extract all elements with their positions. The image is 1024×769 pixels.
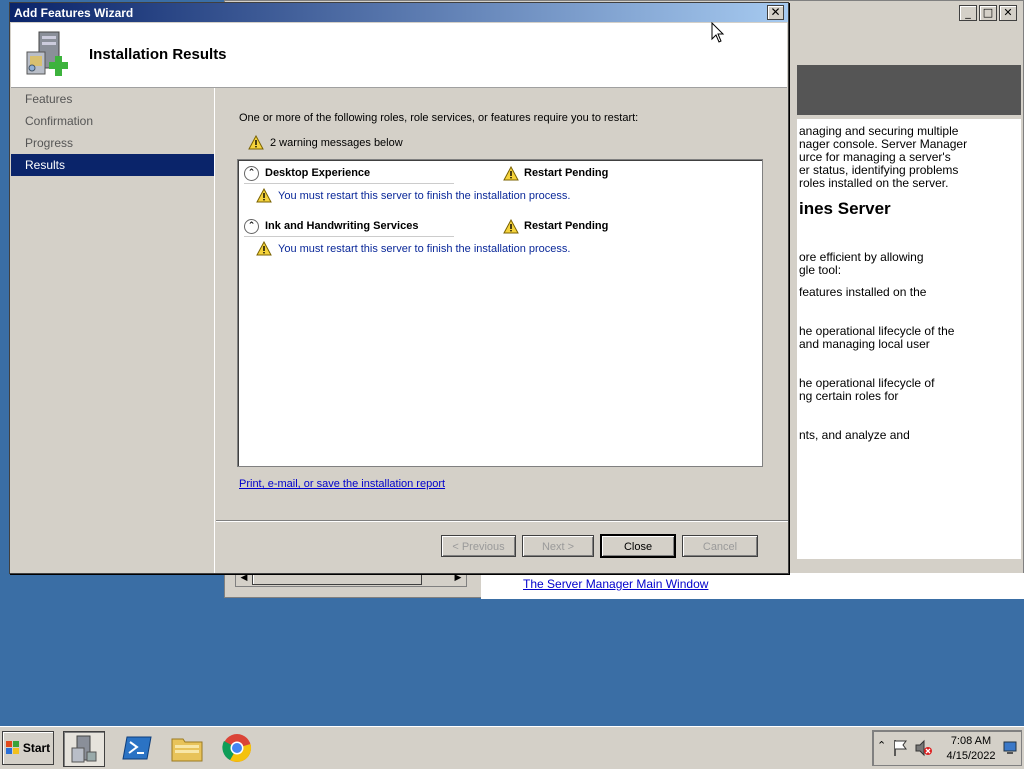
result-row-header[interactable]: ⌃ Desktop Experience Restart Pending bbox=[244, 163, 754, 183]
feature-name: Desktop Experience bbox=[265, 167, 371, 179]
collapse-icon[interactable]: ⌃ bbox=[244, 218, 259, 234]
notification-area: ⌃ 7:08 AM 4/15/2022 bbox=[872, 730, 1022, 766]
wizard-title-bar[interactable]: Add Features Wizard ✕ bbox=[10, 3, 788, 22]
status-text: Restart Pending bbox=[524, 220, 609, 232]
message-text: You must restart this server to finish t… bbox=[278, 189, 571, 202]
wizard-main-panel: One or more of the following roles, role… bbox=[216, 88, 788, 573]
volume-muted-icon[interactable] bbox=[915, 739, 933, 757]
cancel-button[interactable]: Cancel bbox=[682, 535, 758, 557]
close-button[interactable]: ✕ bbox=[999, 5, 1017, 21]
warning-icon bbox=[503, 165, 519, 180]
installation-report-link[interactable]: Print, e-mail, or save the installation … bbox=[239, 478, 445, 490]
add-features-wizard: Add Features Wizard ✕ Installation Resul… bbox=[9, 2, 789, 574]
nav-item-results[interactable]: Results bbox=[11, 154, 214, 176]
help-heading: ines Server bbox=[799, 199, 891, 218]
help-paragraph: ore efficient by allowing gle tool: bbox=[799, 250, 924, 277]
footer-divider bbox=[216, 520, 788, 522]
help-content-pane: anaging and securing multiple nager cons… bbox=[797, 119, 1021, 559]
next-button[interactable]: Next > bbox=[522, 535, 594, 557]
server-manager-main-window-link[interactable]: The Server Manager Main Window bbox=[523, 577, 708, 591]
status-text: Restart Pending bbox=[524, 167, 609, 179]
warning-summary-text: 2 warning messages below bbox=[270, 136, 403, 149]
chrome-icon[interactable] bbox=[217, 731, 257, 765]
action-center-flag-icon[interactable] bbox=[893, 739, 909, 757]
pane-header bbox=[797, 65, 1021, 115]
result-message: You must restart this server to finish t… bbox=[256, 241, 570, 256]
nav-item-features[interactable]: Features bbox=[11, 88, 214, 110]
status-cell: Restart Pending bbox=[503, 218, 609, 234]
help-paragraph: he operational lifecycle of ng certain r… bbox=[799, 376, 935, 403]
result-message: You must restart this server to finish t… bbox=[256, 188, 570, 203]
explorer-icon[interactable] bbox=[167, 731, 207, 765]
installation-results-list: ⌃ Desktop Experience Restart Pending You… bbox=[237, 159, 763, 467]
mouse-cursor-icon bbox=[711, 22, 725, 43]
system-clock[interactable]: 7:08 AM 4/15/2022 bbox=[943, 734, 999, 764]
add-features-icon bbox=[26, 31, 68, 76]
help-paragraph: anaging and securing multiple nager cons… bbox=[799, 124, 968, 190]
nav-item-progress[interactable]: Progress bbox=[11, 132, 214, 154]
feature-name: Ink and Handwriting Services bbox=[265, 220, 419, 232]
warning-icon bbox=[503, 218, 519, 233]
clock-time: 7:08 AM bbox=[950, 735, 992, 747]
wizard-header: Installation Results bbox=[11, 23, 787, 88]
maximize-button[interactable]: □ bbox=[979, 5, 997, 21]
help-paragraph: features installed on the bbox=[799, 285, 927, 299]
clock-date: 4/15/2022 bbox=[946, 750, 996, 762]
status-cell: Restart Pending bbox=[503, 165, 609, 181]
close-button[interactable]: Close bbox=[600, 534, 676, 558]
previous-button[interactable]: < Previous bbox=[441, 535, 516, 557]
page-title: Installation Results bbox=[89, 46, 227, 63]
help-paragraph: nts, and analyze and bbox=[799, 428, 910, 442]
server-manager-icon[interactable] bbox=[63, 731, 105, 767]
show-hidden-icons-icon[interactable]: ⌃ bbox=[877, 739, 886, 752]
message-text: You must restart this server to finish t… bbox=[278, 242, 571, 255]
help-paragraph: he operational lifecycle of the and mana… bbox=[799, 324, 955, 351]
nav-item-confirmation[interactable]: Confirmation bbox=[11, 110, 214, 132]
wizard-step-list: Features Confirmation Progress Results bbox=[11, 88, 215, 573]
powershell-icon[interactable] bbox=[117, 731, 157, 765]
taskbar: Start ⌃ 7:08 AM 4/15/2022 bbox=[0, 726, 1024, 769]
start-button[interactable]: Start bbox=[2, 731, 54, 765]
minimize-button[interactable]: _ bbox=[959, 5, 977, 21]
warning-icon bbox=[256, 241, 272, 256]
close-icon[interactable]: ✕ bbox=[767, 5, 784, 20]
warning-icon bbox=[256, 188, 272, 203]
warning-icon bbox=[248, 135, 264, 150]
restart-required-text: One or more of the following roles, role… bbox=[239, 112, 639, 124]
window-controls: _ □ ✕ bbox=[959, 5, 1017, 21]
collapse-icon[interactable]: ⌃ bbox=[244, 165, 259, 181]
result-row-header[interactable]: ⌃ Ink and Handwriting Services Restart P… bbox=[244, 216, 754, 236]
windows-logo-icon bbox=[5, 741, 19, 754]
row-divider bbox=[244, 236, 454, 237]
warning-summary: 2 warning messages below bbox=[248, 135, 403, 150]
show-desktop-icon[interactable] bbox=[1003, 739, 1017, 755]
row-divider bbox=[244, 183, 454, 184]
wizard-title: Add Features Wizard bbox=[14, 5, 134, 20]
start-label: Start bbox=[22, 741, 51, 755]
